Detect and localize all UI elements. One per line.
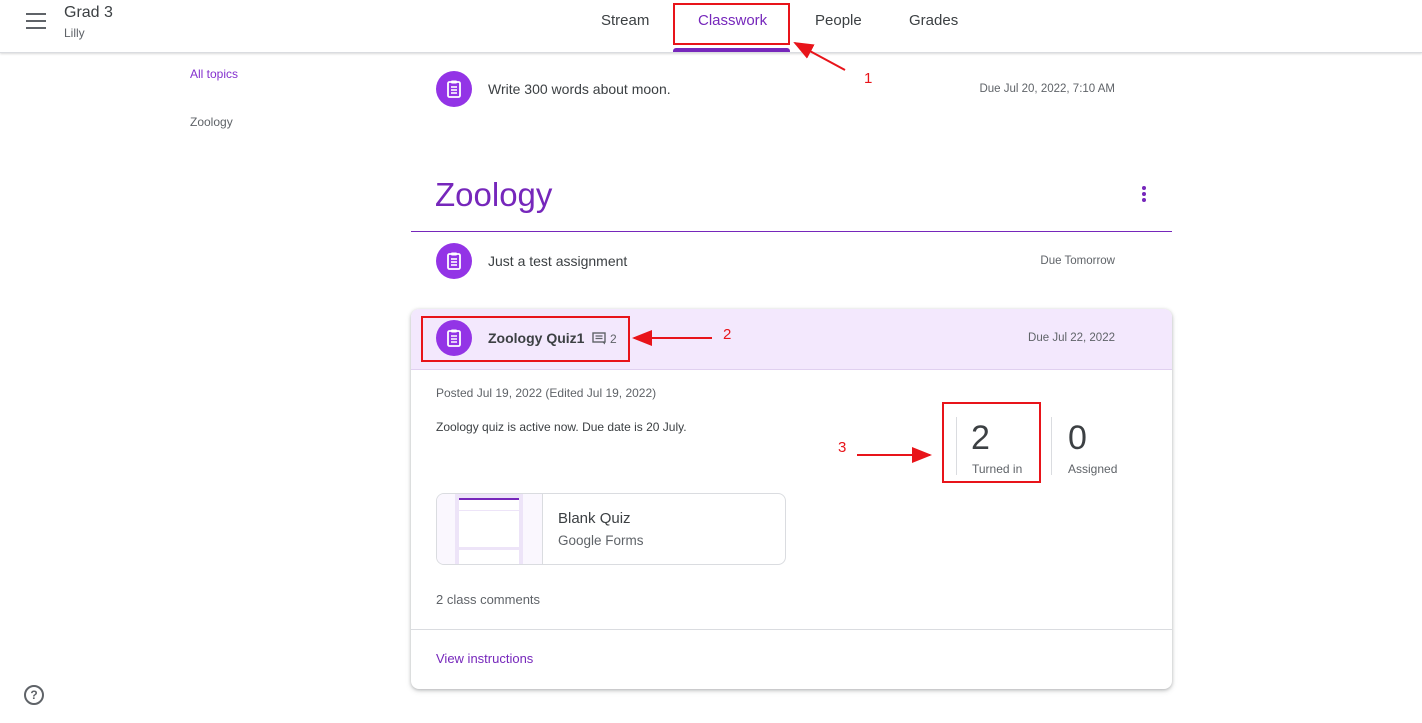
annotation-number-3: 3 [838, 439, 847, 456]
annotation-arrows [632, 42, 932, 463]
annotation-number-2: 2 [723, 326, 732, 343]
annotation-number-1: 1 [864, 70, 873, 87]
